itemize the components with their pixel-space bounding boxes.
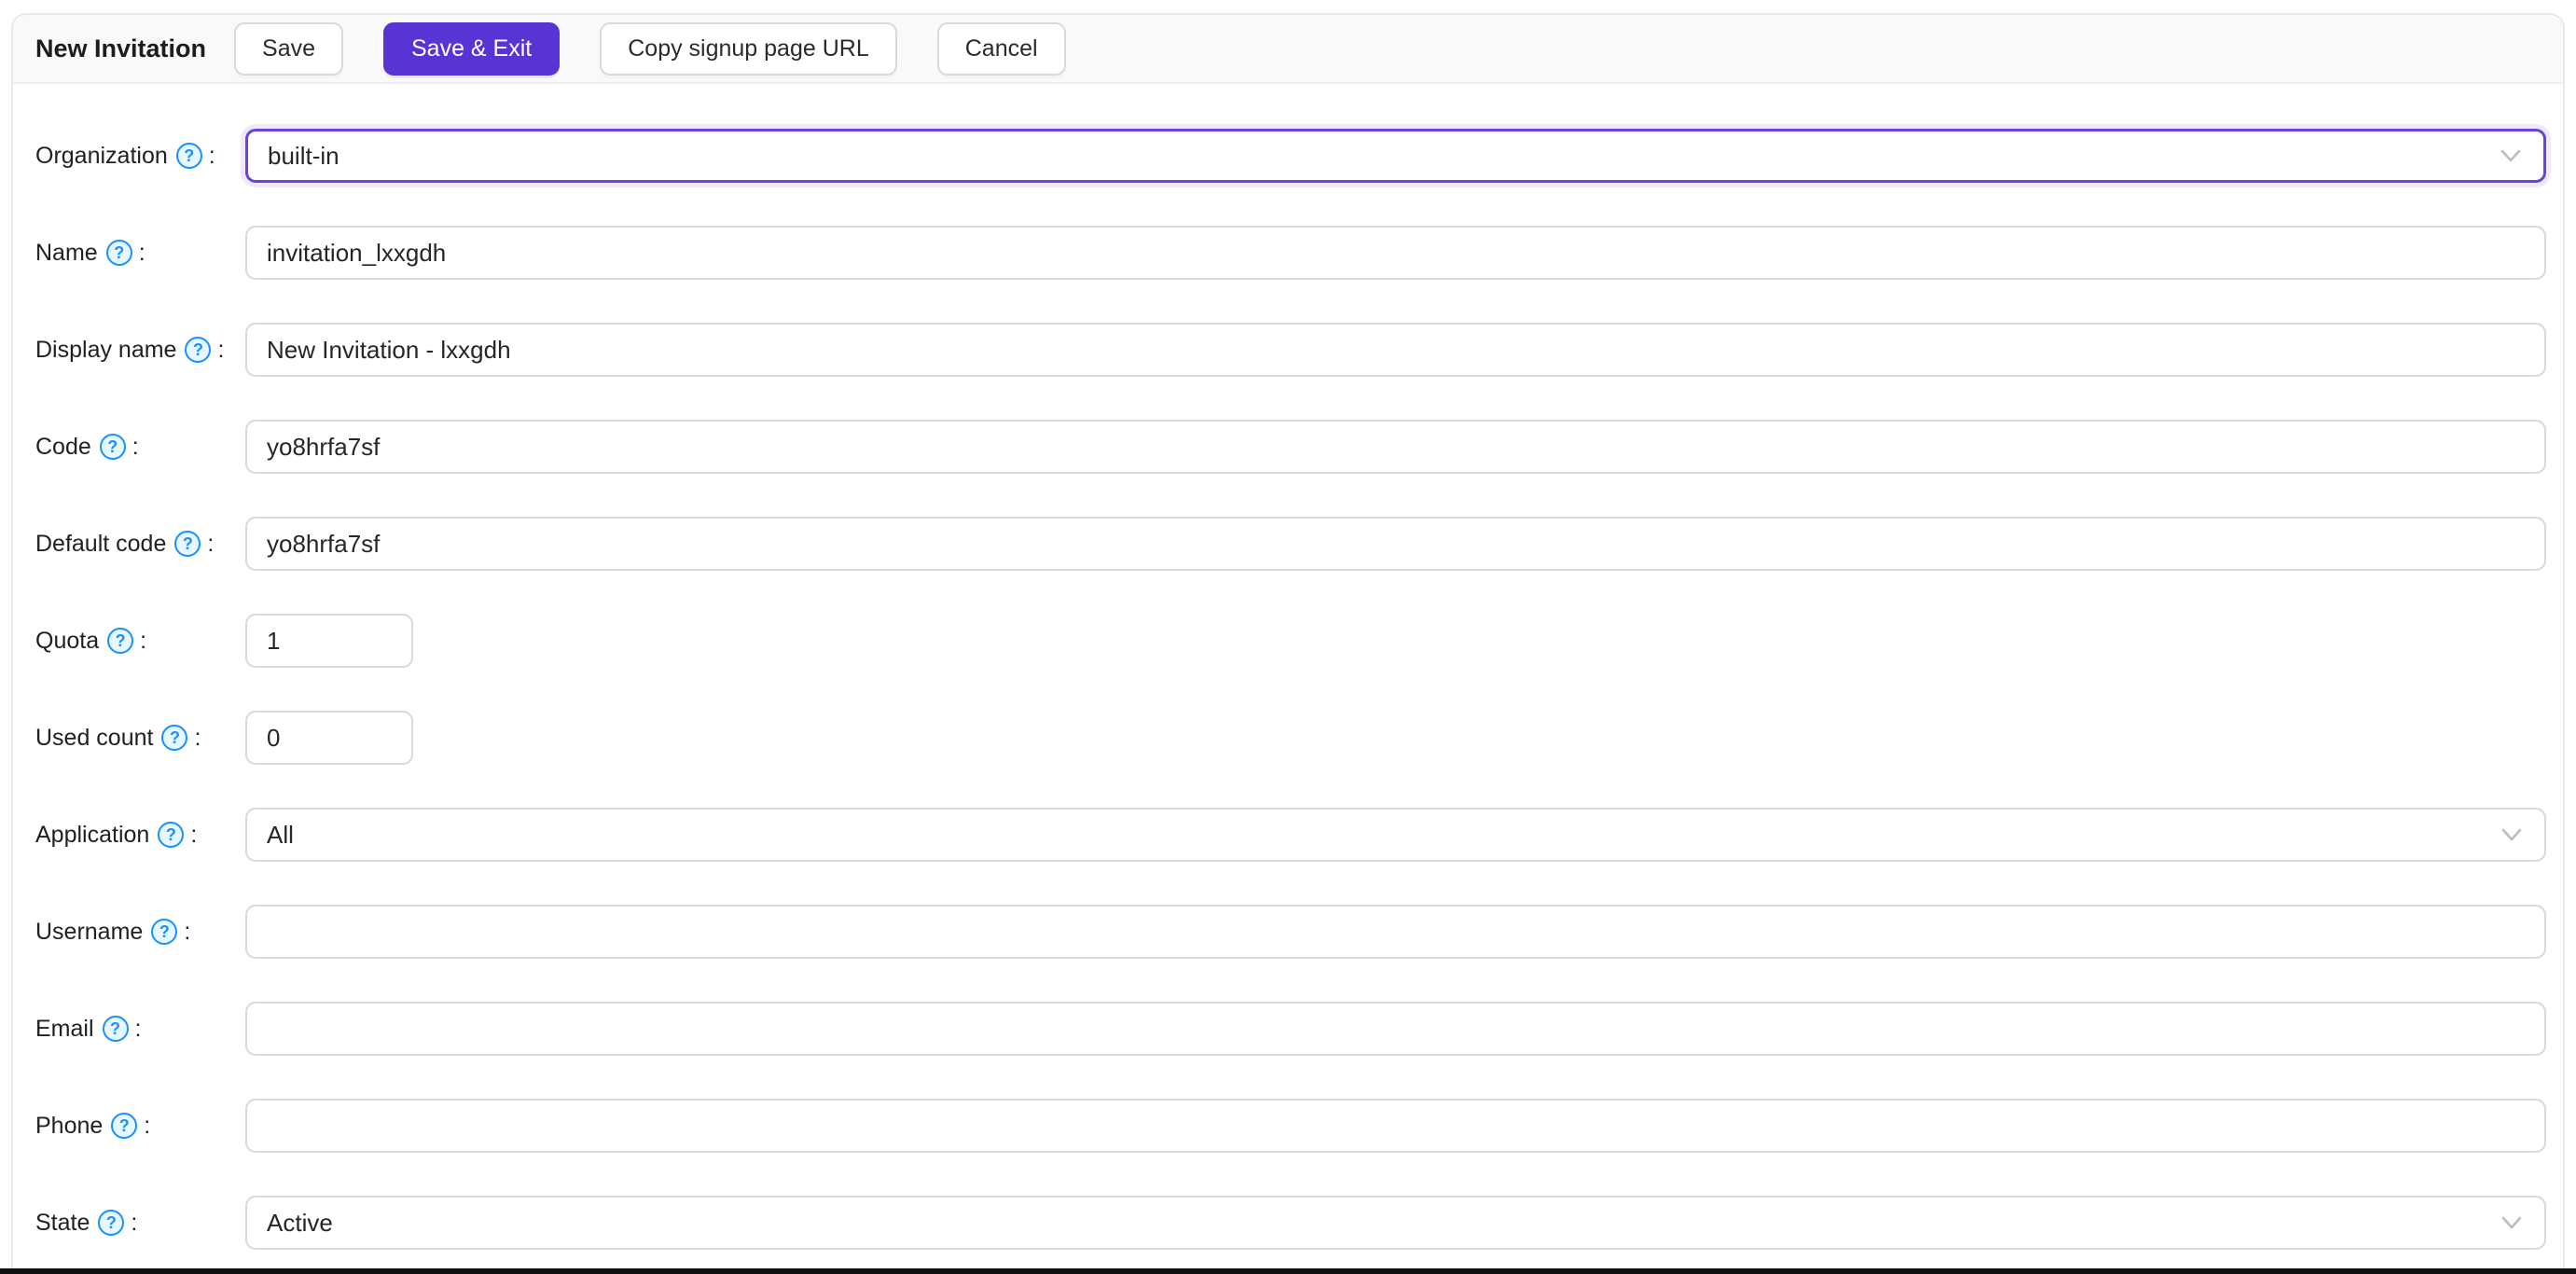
state-select-value: Active xyxy=(267,1208,333,1237)
default-code-label: Default code ? : xyxy=(35,530,215,557)
phone-input[interactable] xyxy=(245,1099,2546,1153)
colon: : xyxy=(144,1112,151,1139)
help-icon[interactable]: ? xyxy=(158,822,185,848)
help-icon[interactable]: ? xyxy=(161,725,188,751)
form-row-quota: Quota ? : xyxy=(35,614,2546,668)
help-icon[interactable]: ? xyxy=(99,434,126,460)
help-icon[interactable]: ? xyxy=(107,628,134,654)
form-row-application: Application ? : All xyxy=(35,808,2546,862)
email-input[interactable] xyxy=(245,1002,2546,1056)
state-select[interactable]: Active xyxy=(245,1196,2546,1250)
help-icon[interactable]: ? xyxy=(185,337,212,363)
colon: : xyxy=(132,433,139,460)
invitation-form: Organization ? : built-in Name ? : Displ… xyxy=(13,84,2563,1250)
form-row-username: Username ? : xyxy=(35,905,2546,959)
quota-input[interactable] xyxy=(245,614,413,668)
form-row-phone: Phone ? : xyxy=(35,1099,2546,1153)
colon: : xyxy=(217,336,225,363)
organization-select-value: built-in xyxy=(268,141,339,170)
colon: : xyxy=(134,1015,142,1042)
help-icon[interactable]: ? xyxy=(174,531,201,557)
help-icon[interactable]: ? xyxy=(175,143,202,169)
form-row-name: Name ? : xyxy=(35,226,2546,280)
email-label: Email ? : xyxy=(35,1015,142,1042)
colon: : xyxy=(190,821,198,848)
help-icon[interactable]: ? xyxy=(111,1113,138,1139)
save-and-exit-button[interactable]: Save & Exit xyxy=(383,21,561,76)
help-icon[interactable]: ? xyxy=(151,919,178,945)
colon: : xyxy=(138,239,145,266)
application-select-value: All xyxy=(267,820,294,849)
help-icon[interactable]: ? xyxy=(98,1210,125,1236)
username-label: Username ? : xyxy=(35,918,191,945)
chevron-down-icon xyxy=(2501,828,2522,842)
colon: : xyxy=(208,142,215,169)
cancel-button[interactable]: Cancel xyxy=(936,21,1066,76)
application-select[interactable]: All xyxy=(245,808,2546,862)
name-label: Name ? : xyxy=(35,239,145,266)
invitation-edit-card: New Invitation Save Save & Exit Copy sig… xyxy=(11,13,2565,1268)
page-header: New Invitation Save Save & Exit Copy sig… xyxy=(13,15,2563,84)
chevron-down-icon xyxy=(2501,1216,2522,1230)
form-row-used-count: Used count ? : xyxy=(35,711,2546,765)
help-icon[interactable]: ? xyxy=(102,1016,129,1042)
name-input[interactable] xyxy=(245,226,2546,280)
chevron-down-icon xyxy=(2500,149,2521,163)
colon: : xyxy=(140,627,147,654)
form-row-organization: Organization ? : built-in xyxy=(35,129,2546,183)
display-name-input[interactable] xyxy=(245,323,2546,377)
copy-signup-page-url-button[interactable]: Copy signup page URL xyxy=(600,21,897,76)
default-code-input[interactable] xyxy=(245,517,2546,571)
used-count-label: Used count ? : xyxy=(35,724,201,751)
help-icon[interactable]: ? xyxy=(105,240,132,266)
form-row-code: Code ? : xyxy=(35,420,2546,474)
save-button[interactable]: Save xyxy=(234,21,343,76)
form-row-default-code: Default code ? : xyxy=(35,517,2546,571)
organization-label: Organization ? : xyxy=(35,142,215,169)
form-row-state: State ? : Active xyxy=(35,1196,2546,1250)
used-count-input[interactable] xyxy=(245,711,413,765)
code-input[interactable] xyxy=(245,420,2546,474)
display-name-label: Display name ? : xyxy=(35,336,225,363)
application-label: Application ? : xyxy=(35,821,198,848)
colon: : xyxy=(131,1209,138,1236)
colon: : xyxy=(194,724,201,751)
colon: : xyxy=(184,918,191,945)
form-row-email: Email ? : xyxy=(35,1002,2546,1056)
window-bottom-edge xyxy=(0,1268,2576,1274)
username-input[interactable] xyxy=(245,905,2546,959)
code-label: Code ? : xyxy=(35,433,139,460)
phone-label: Phone ? : xyxy=(35,1112,151,1139)
quota-label: Quota ? : xyxy=(35,627,147,654)
organization-select[interactable]: built-in xyxy=(245,129,2546,183)
form-row-display-name: Display name ? : xyxy=(35,323,2546,377)
state-label: State ? : xyxy=(35,1209,138,1236)
page-title: New Invitation xyxy=(35,34,207,62)
colon: : xyxy=(207,530,215,557)
